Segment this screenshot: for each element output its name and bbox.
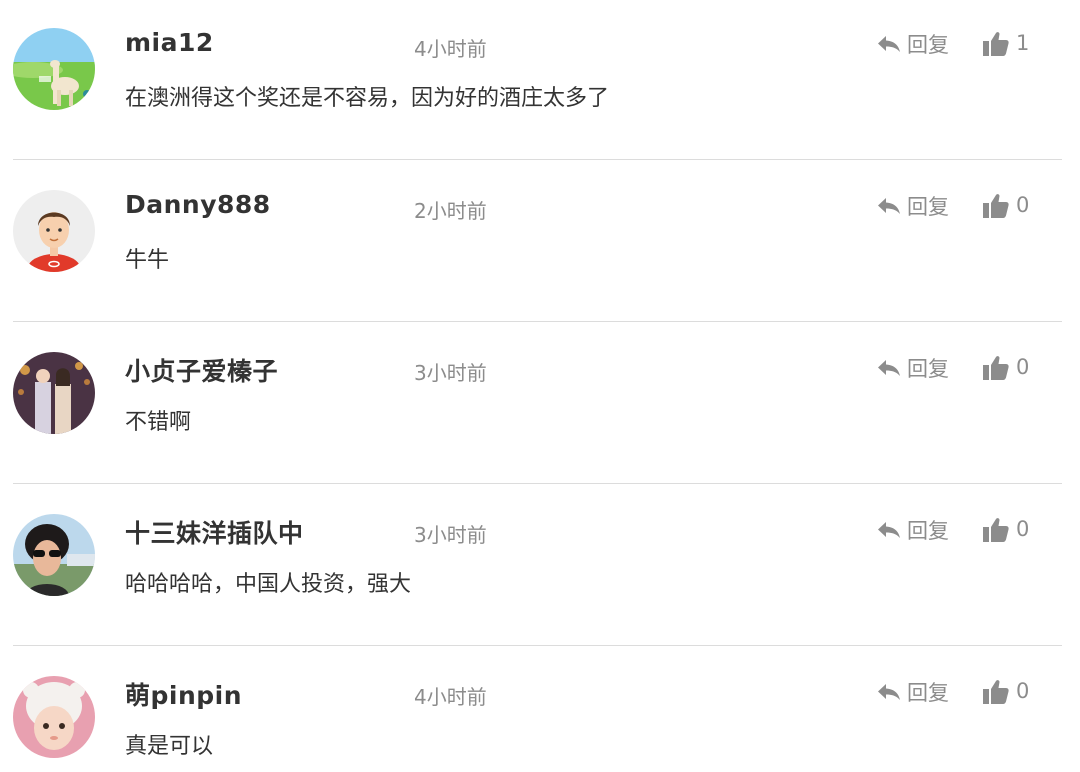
like-count: 0 — [1016, 193, 1030, 217]
reply-button[interactable]: 回复 — [877, 516, 949, 544]
username[interactable]: mia12 — [125, 28, 214, 57]
comment-item: 小贞子爱榛子 3小时前 回复 0 不错啊 — [0, 324, 1080, 486]
reply-arrow-icon — [878, 360, 900, 376]
divider — [13, 483, 1062, 484]
avatar-baby-white-hat-image — [13, 676, 95, 758]
avatar[interactable] — [13, 676, 95, 758]
reply-arrow-icon — [878, 684, 900, 700]
like-button[interactable]: 0 — [983, 352, 1029, 382]
reply-button[interactable]: 回复 — [877, 354, 949, 382]
timestamp: 4小时前 — [414, 685, 487, 709]
reply-button[interactable]: 回复 — [877, 192, 949, 220]
username[interactable]: 十三妹洋插队中 — [125, 514, 304, 550]
like-count: 0 — [1016, 679, 1030, 703]
timestamp: 3小时前 — [414, 361, 487, 385]
comment-text: 不错啊 — [125, 410, 192, 435]
reply-button[interactable]: 回复 — [877, 678, 949, 706]
thumbs-up-icon — [983, 355, 1009, 380]
reply-arrow-icon — [878, 36, 900, 52]
like-button[interactable]: 0 — [983, 190, 1029, 220]
like-count: 0 — [1016, 355, 1030, 379]
thumbs-up-icon — [983, 679, 1009, 704]
avatar[interactable] — [13, 28, 95, 110]
comment-item: Danny888 2小时前 回复 0 牛牛 — [0, 162, 1080, 324]
thumbs-up-icon — [983, 193, 1009, 218]
comment-list: mia12 4小时前 回复 1 在澳洲得这个奖还是不容易，因为好的酒庄太多了 D… — [0, 0, 1080, 772]
like-count: 1 — [1016, 31, 1030, 55]
avatar-cartoon-boy-image — [13, 190, 95, 272]
reply-button[interactable]: 回复 — [877, 30, 949, 58]
reply-label: 回复 — [907, 33, 949, 57]
timestamp: 4小时前 — [414, 37, 487, 61]
comment-text: 哈哈哈哈，中国人投资，强大 — [125, 572, 412, 597]
username[interactable]: 小贞子爱榛子 — [125, 352, 278, 388]
comment-text: 在澳洲得这个奖还是不容易，因为好的酒庄太多了 — [125, 86, 610, 111]
like-button[interactable]: 0 — [983, 514, 1029, 544]
avatar[interactable] — [13, 190, 95, 272]
comment-item: 十三妹洋插队中 3小时前 回复 0 哈哈哈哈，中国人投资，强大 — [0, 486, 1080, 648]
like-button[interactable]: 0 — [983, 676, 1029, 706]
thumbs-up-icon — [983, 517, 1009, 542]
avatar-couple-photo-image — [13, 352, 95, 434]
avatar-llama-image — [13, 28, 95, 110]
avatar-woman-sunglasses-image — [13, 514, 95, 596]
avatar[interactable] — [13, 352, 95, 434]
reply-label: 回复 — [907, 357, 949, 381]
comment-item: mia12 4小时前 回复 1 在澳洲得这个奖还是不容易，因为好的酒庄太多了 — [0, 0, 1080, 162]
thumbs-up-icon — [983, 31, 1009, 56]
divider — [13, 645, 1062, 646]
username[interactable]: Danny888 — [125, 190, 271, 219]
avatar[interactable] — [13, 514, 95, 596]
reply-label: 回复 — [907, 519, 949, 543]
reply-label: 回复 — [907, 681, 949, 705]
comment-text: 真是可以 — [125, 734, 214, 759]
reply-label: 回复 — [907, 195, 949, 219]
comment-item: 萌pinpin 4小时前 回复 0 真是可以 — [0, 648, 1080, 772]
comment-text: 牛牛 — [125, 248, 170, 273]
reply-arrow-icon — [878, 198, 900, 214]
timestamp: 2小时前 — [414, 199, 487, 223]
username[interactable]: 萌pinpin — [125, 676, 242, 712]
timestamp: 3小时前 — [414, 523, 487, 547]
reply-arrow-icon — [878, 522, 900, 538]
like-button[interactable]: 1 — [983, 28, 1029, 58]
divider — [13, 159, 1062, 160]
like-count: 0 — [1016, 517, 1030, 541]
divider — [13, 321, 1062, 322]
